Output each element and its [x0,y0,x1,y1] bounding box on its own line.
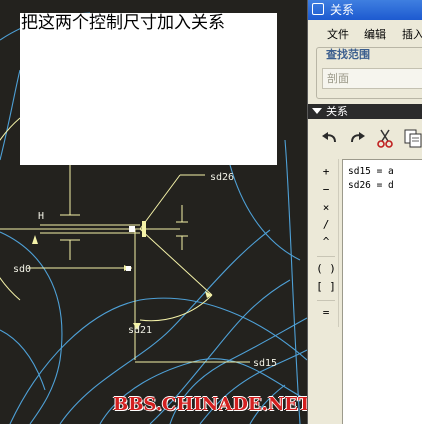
operator-power-button[interactable]: ^ [314,233,338,250]
operator-equals-button[interactable]: = [314,304,338,321]
operator-multiply-button[interactable]: × [314,199,338,216]
menu-file[interactable]: 文件 [327,25,349,45]
blue-curve [0,231,63,424]
blue-curve [0,329,46,391]
dim-label-sd15[interactable]: sd15 [253,358,277,369]
dim-label-sd0[interactable]: sd0 [13,264,31,275]
dim-label-sd21[interactable]: sd21 [128,325,152,336]
watermark: BBS.CHINADE.NET [113,394,307,415]
relations-dialog: 关系 文件 编辑 插入 查找范围 剖面 关系 + − × / ^ () []… [307,0,422,424]
redo-icon[interactable] [346,127,368,149]
undo-icon[interactable] [319,127,341,149]
operator-minus-button[interactable]: − [314,181,338,198]
menu-edit[interactable]: 编辑 [364,25,386,45]
operator-plus-button[interactable]: + [314,163,338,180]
slant-line [139,228,213,296]
relations-section-label: 关系 [326,105,348,118]
menu-insert[interactable]: 插入 [402,25,422,45]
dim-label-sd26[interactable]: sd26 [210,172,234,183]
operator-brackets-button[interactable]: [ ] [314,278,338,295]
collapse-triangle-icon [312,108,322,114]
operator-separator [317,300,335,301]
relation-line[interactable]: sd15 = a [348,166,394,177]
cut-icon[interactable] [374,127,396,149]
lookup-scope-select[interactable]: 剖面 [322,68,422,89]
relations-section-header[interactable]: 关系 [308,104,422,119]
operator-column: + − × / ^ ( ) [ ] = [314,159,339,327]
cad-canvas[interactable]: sd26 sd0 sd21 sd15 H 把这两个控制尺寸加入关系 BBS.CH… [0,0,307,424]
operator-separator [317,256,335,257]
slant-line [139,174,181,230]
lookup-scope-legend: 查找范围 [324,48,372,62]
dim-label-h[interactable]: H [38,211,44,222]
annotation-note: 把这两个控制尺寸加入关系 [20,13,277,165]
relation-line[interactable]: sd26 = d [348,180,394,191]
operator-parentheses-button[interactable]: ( ) [314,260,338,277]
relations-toolbar [308,122,422,156]
dialog-titlebar[interactable]: 关系 [308,0,422,20]
blue-curve [0,69,21,161]
dialog-title: 关系 [330,3,355,17]
window-icon [312,3,324,15]
menubar: 文件 编辑 插入 [308,25,422,45]
relations-editor[interactable]: sd15 = a sd26 = d [342,159,422,424]
operator-divide-button[interactable]: / [314,216,338,233]
copy-icon[interactable] [402,127,422,149]
